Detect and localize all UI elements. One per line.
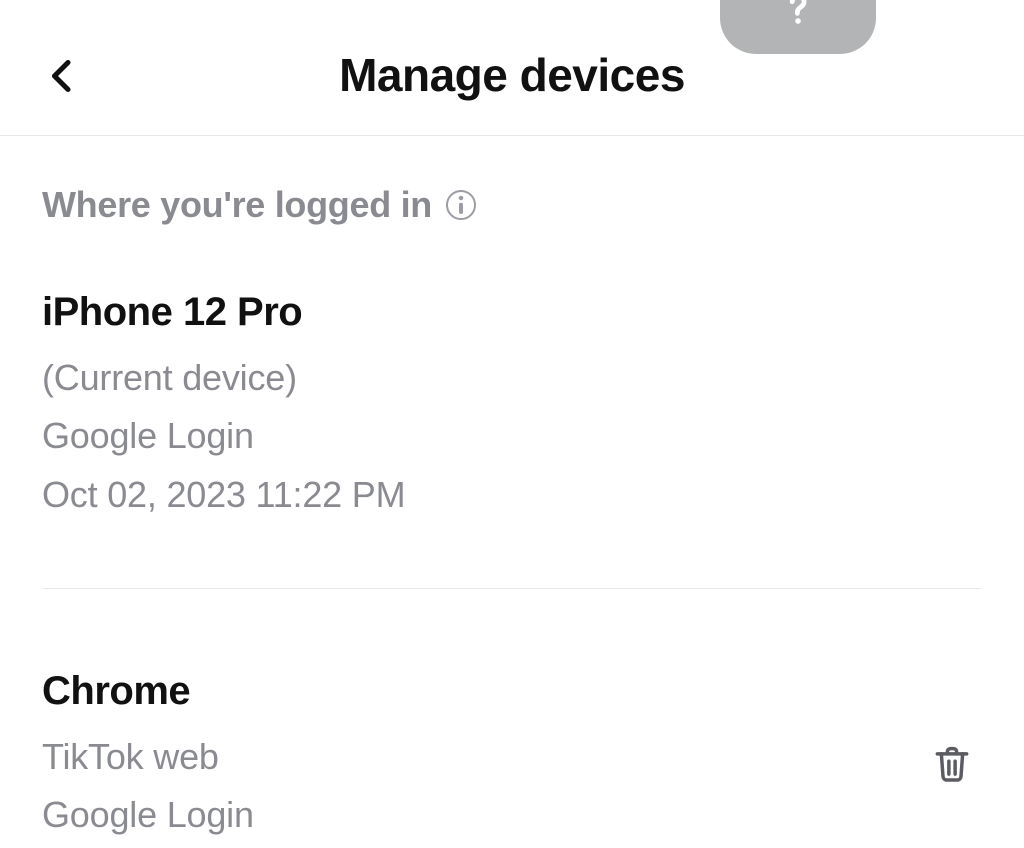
trash-icon — [930, 741, 974, 787]
section-label: Where you're logged in — [42, 184, 432, 226]
device-item-current: iPhone 12 Pro (Current device) Google Lo… — [42, 290, 982, 589]
header: Manage devices — [0, 0, 1024, 136]
info-icon — [454, 195, 468, 215]
device-item: Chrome TikTok web Google Login Oct 02, 2… — [42, 669, 982, 848]
info-button[interactable] — [446, 190, 476, 220]
device-time: Oct 02, 2023 11:31 PM — [42, 845, 930, 848]
device-current-label: (Current device) — [42, 349, 982, 407]
device-login: Google Login — [42, 407, 982, 465]
device-name: iPhone 12 Pro — [42, 290, 982, 335]
device-name: Chrome — [42, 669, 930, 714]
remove-device-button[interactable] — [930, 741, 976, 787]
section-header: Where you're logged in — [42, 184, 1024, 226]
device-time: Oct 02, 2023 11:22 PM — [42, 466, 982, 524]
device-platform: TikTok web — [42, 728, 930, 786]
device-login: Google Login — [42, 786, 930, 844]
page-title: Manage devices — [0, 48, 1024, 102]
